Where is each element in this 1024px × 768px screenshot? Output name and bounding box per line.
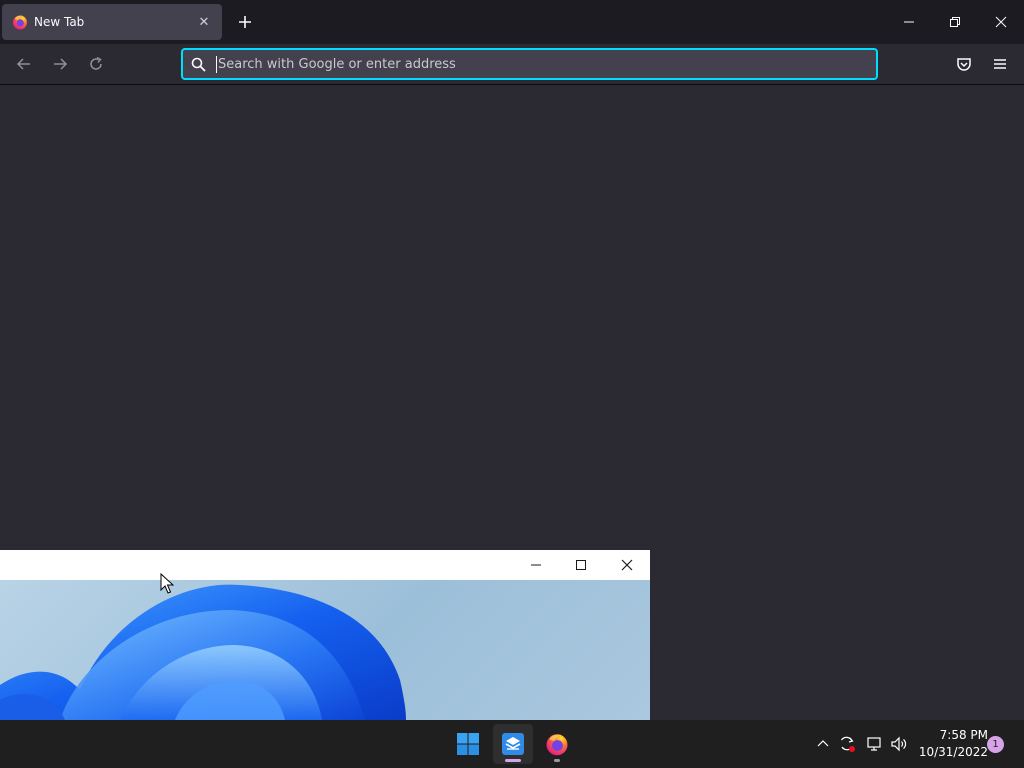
bloom-graphic <box>0 584 406 720</box>
hamburger-menu-icon <box>994 59 1006 69</box>
active-indicator <box>505 759 521 762</box>
pocket-icon <box>957 58 971 71</box>
firefox-icon <box>13 15 27 30</box>
back-arrow-icon <box>16 58 30 70</box>
restore-icon <box>950 17 960 27</box>
store-app-icon <box>502 733 524 755</box>
browser-minimize-button[interactable] <box>886 0 932 44</box>
system-clock[interactable]: 7:58 PM 10/31/2022 <box>914 727 988 761</box>
mouse-cursor-icon <box>160 573 174 594</box>
network-tray-button[interactable] <box>862 732 886 756</box>
window-close-button[interactable] <box>604 550 650 580</box>
taskbar-active-app[interactable] <box>493 724 533 764</box>
network-icon <box>867 737 881 751</box>
clock-time: 7:58 PM <box>939 728 988 742</box>
reload-icon <box>90 56 102 70</box>
new-tab-button[interactable] <box>231 8 259 36</box>
tab-close-icon[interactable]: ✕ <box>194 15 214 30</box>
url-input[interactable] <box>216 52 876 76</box>
window-minimize-button[interactable] <box>513 550 559 580</box>
sync-icon <box>841 736 855 752</box>
taskbar-firefox[interactable] <box>537 724 577 764</box>
forward-arrow-icon <box>54 58 68 70</box>
windows-logo-icon <box>457 733 479 755</box>
sync-tray-button[interactable] <box>835 732 859 756</box>
running-indicator <box>554 759 560 762</box>
windows-bloom-wallpaper <box>0 580 650 720</box>
window-titlebar[interactable] <box>0 550 650 580</box>
plus-icon <box>239 16 251 28</box>
show-hidden-icons-button[interactable] <box>811 732 835 756</box>
minimize-icon <box>904 21 914 23</box>
minimize-icon <box>531 564 541 566</box>
volume-tray-button[interactable] <box>887 732 911 756</box>
volume-icon <box>891 736 907 752</box>
navigation-toolbar <box>0 44 1024 85</box>
tab-title: New Tab <box>34 15 85 29</box>
reload-button[interactable] <box>80 48 112 80</box>
pocket-button[interactable] <box>948 48 980 80</box>
text-caret <box>216 56 217 73</box>
browser-restore-button[interactable] <box>932 0 978 44</box>
browser-close-button[interactable] <box>978 0 1024 44</box>
tab-strip: New Tab ✕ <box>0 0 1024 44</box>
address-bar[interactable] <box>181 48 878 80</box>
clock-date: 10/31/2022 <box>918 745 988 759</box>
close-icon <box>621 559 633 571</box>
back-button[interactable] <box>8 48 40 80</box>
wallpaper-window <box>0 550 650 720</box>
close-icon <box>995 16 1007 28</box>
window-maximize-button[interactable] <box>558 550 604 580</box>
search-icon <box>191 57 206 72</box>
start-button[interactable] <box>448 724 488 764</box>
app-menu-button[interactable] <box>984 48 1016 80</box>
notification-badge[interactable]: 1 <box>987 736 1004 753</box>
maximize-icon <box>576 560 586 570</box>
tab-new-tab[interactable]: New Tab ✕ <box>2 4 222 40</box>
forward-button[interactable] <box>44 48 76 80</box>
taskbar: 7:58 PM 10/31/2022 1 <box>0 720 1024 768</box>
firefox-icon <box>546 734 568 756</box>
chevron-up-icon <box>817 740 829 747</box>
